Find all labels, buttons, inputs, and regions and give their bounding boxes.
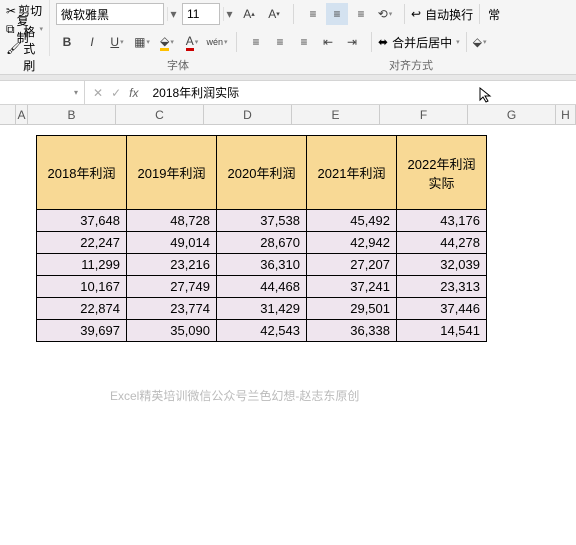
table-cell[interactable]: 37,446 [397,298,487,320]
table-cell[interactable]: 48,728 [127,210,217,232]
table-header[interactable]: 2022年利润实际 [397,136,487,210]
orientation-button[interactable]: ⟲ [374,3,396,25]
bold-button[interactable]: B [56,31,78,53]
select-all-corner[interactable] [0,105,16,124]
column-headers: A B C D E F G H [0,105,576,125]
table-row[interactable]: 11,29923,21636,31027,20732,039 [37,254,487,276]
format-painter-button[interactable]: 🖌格式刷 [4,39,45,57]
font-size-combo[interactable]: 11 [182,3,220,25]
table-cell[interactable]: 22,874 [37,298,127,320]
table-cell[interactable]: 44,278 [397,232,487,254]
table-cell[interactable]: 11,299 [37,254,127,276]
footer-note: Excel精英培训微信公众号兰色幻想-赵志东原创 [110,387,359,404]
wrap-icon: ↩ [411,7,421,21]
font-size-dropdown[interactable]: ▾ [223,7,235,21]
align-center-button[interactable]: ≡ [269,31,291,53]
name-box[interactable]: ▾ [0,81,85,104]
table-cell[interactable]: 23,774 [127,298,217,320]
font-group: 微软雅黑▾ 11▾ A▴ A▾ [50,0,291,28]
col-header-b[interactable]: B [28,105,116,124]
align-top-button[interactable]: ≡ [302,3,324,25]
cancel-icon[interactable]: ✕ [93,86,103,100]
table-cell[interactable]: 23,216 [127,254,217,276]
table-cell[interactable]: 35,090 [127,320,217,342]
number-format-label: 常 [482,4,506,25]
table-cell[interactable]: 32,039 [397,254,487,276]
fx-icon[interactable]: fx [129,86,138,100]
font-name-combo[interactable]: 微软雅黑 [56,3,164,25]
clipboard-group: ✂剪切 ⧉复制▾ 🖌格式刷 [0,0,50,56]
formula-bar: ▾ ✕ ✓ fx [0,81,576,105]
font-group-label: 字体 [50,57,306,73]
table-header[interactable]: 2020年利润 [217,136,307,210]
decrease-font-button[interactable]: A▾ [263,3,285,25]
table-cell[interactable]: 28,670 [217,232,307,254]
table-cell[interactable]: 44,468 [217,276,307,298]
align-group-label: 对齐方式 [306,57,516,73]
col-header-a[interactable]: A [16,105,28,124]
align-right-button[interactable]: ≡ [293,31,315,53]
table-cell[interactable]: 22,247 [37,232,127,254]
table-row[interactable]: 37,64848,72837,53845,49243,176 [37,210,487,232]
col-header-c[interactable]: C [116,105,204,124]
table-cell[interactable]: 37,648 [37,210,127,232]
col-header-f[interactable]: F [380,105,468,124]
merge-icon: ⬌ [378,35,388,49]
table-cell[interactable]: 23,313 [397,276,487,298]
underline-button[interactable]: U [106,31,128,53]
table-cell[interactable]: 27,749 [127,276,217,298]
vertical-align-group: ≡ ≡ ≡ ⟲ [296,0,402,28]
decrease-indent-button[interactable]: ⇤ [317,31,339,53]
col-header-g[interactable]: G [468,105,556,124]
table-cell[interactable]: 49,014 [127,232,217,254]
table-header[interactable]: 2019年利润 [127,136,217,210]
table-header[interactable]: 2021年利润 [307,136,397,210]
data-table[interactable]: 2018年利润2019年利润2020年利润2021年利润2022年利润实际 37… [36,135,487,342]
phonetic-button[interactable]: wén [206,31,228,53]
align-middle-button[interactable]: ≡ [326,3,348,25]
table-cell[interactable]: 42,543 [217,320,307,342]
table-cell[interactable]: 14,541 [397,320,487,342]
table-cell[interactable]: 45,492 [307,210,397,232]
table-cell[interactable]: 37,241 [307,276,397,298]
table-cell[interactable]: 42,942 [307,232,397,254]
table-row[interactable]: 22,87423,77431,42929,50137,446 [37,298,487,320]
formula-input[interactable] [146,86,576,100]
table-row[interactable]: 39,69735,09042,54336,33814,541 [37,320,487,342]
border-button[interactable]: ▦ [131,31,153,53]
increase-indent-button[interactable]: ⇥ [341,31,363,53]
table-cell[interactable]: 39,697 [37,320,127,342]
number-format-button[interactable]: ⬙ [469,31,491,53]
merge-center-button[interactable]: ⬌ 合并后居中 ▾ [374,29,464,55]
align-left-button[interactable]: ≡ [245,31,267,53]
fill-color-button[interactable]: ⬙ [156,31,178,53]
table-header[interactable]: 2018年利润 [37,136,127,210]
table-cell[interactable]: 27,207 [307,254,397,276]
table-cell[interactable]: 43,176 [397,210,487,232]
spreadsheet: A B C D E F G H 2018年利润2019年利润2020年利润202… [0,105,576,545]
table-row[interactable]: 22,24749,01428,67042,94244,278 [37,232,487,254]
table-cell[interactable]: 29,501 [307,298,397,320]
col-header-e[interactable]: E [292,105,380,124]
font-name-dropdown[interactable]: ▾ [167,7,179,21]
italic-button[interactable]: I [81,31,103,53]
table-cell[interactable]: 31,429 [217,298,307,320]
wrap-text-button[interactable]: ↩ 自动换行 [407,1,477,27]
chevron-down-icon[interactable]: ▾ [74,88,78,97]
table-row[interactable]: 10,16727,74944,46837,24123,313 [37,276,487,298]
increase-font-button[interactable]: A▴ [238,3,260,25]
ribbon: ✂剪切 ⧉复制▾ 🖌格式刷 微软雅黑▾ 11▾ A▴ A▾ ≡ ≡ ≡ ⟲ [0,0,576,75]
table-cell[interactable]: 37,538 [217,210,307,232]
font-color-button[interactable]: A [181,31,203,53]
col-header-h[interactable]: H [556,105,576,124]
align-bottom-button[interactable]: ≡ [350,3,372,25]
col-header-d[interactable]: D [204,105,292,124]
enter-icon[interactable]: ✓ [111,86,121,100]
table-cell[interactable]: 10,167 [37,276,127,298]
table-cell[interactable]: 36,338 [307,320,397,342]
table-cell[interactable]: 36,310 [217,254,307,276]
